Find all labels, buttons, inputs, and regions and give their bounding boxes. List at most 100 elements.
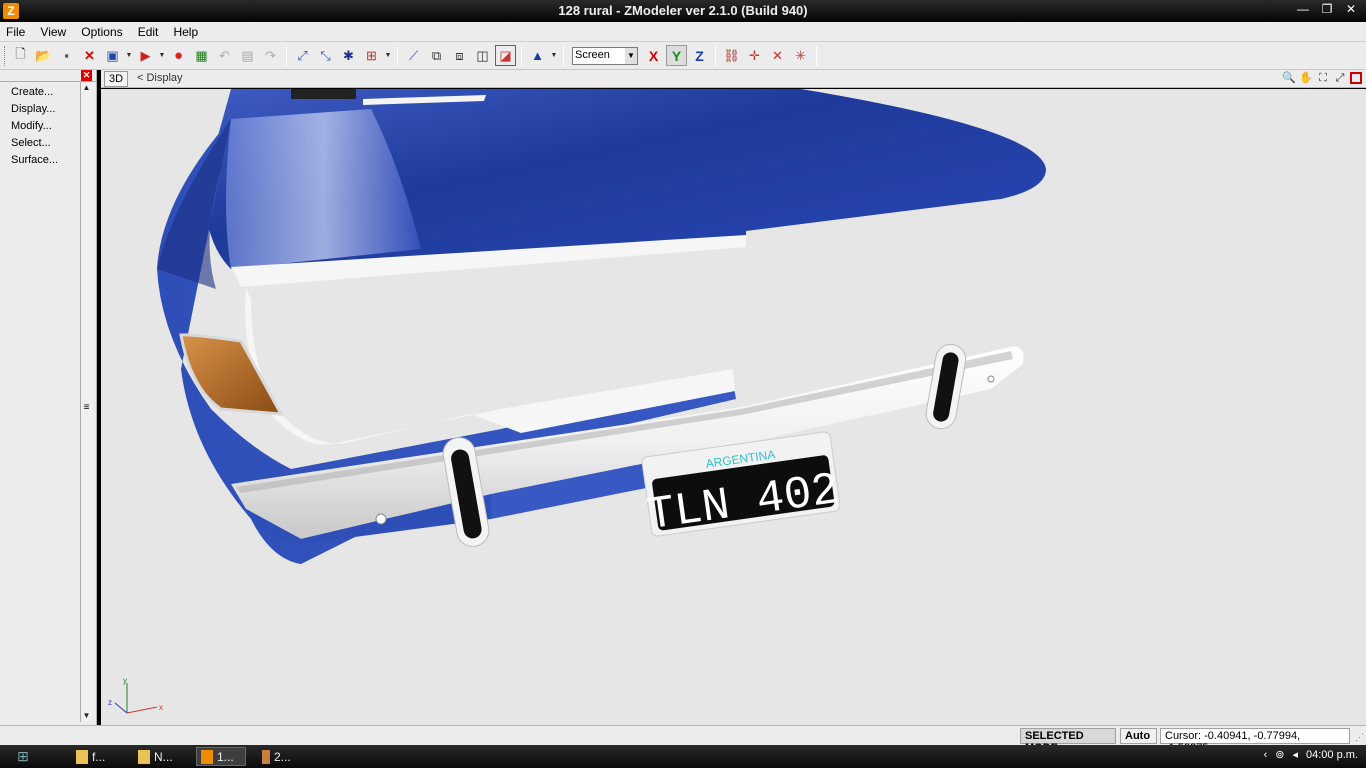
select-group-icon[interactable]: ⊞ bbox=[361, 45, 382, 66]
record-icon[interactable]: ● bbox=[168, 45, 189, 66]
scroll-down-icon[interactable]: ▼ bbox=[81, 710, 92, 722]
menu-view[interactable]: View bbox=[34, 22, 72, 42]
axis-x-label: x bbox=[159, 703, 163, 712]
task-label: f... bbox=[92, 749, 106, 764]
clock[interactable]: 04:00 p.m. bbox=[1306, 749, 1358, 761]
import-icon[interactable]: ▣ bbox=[102, 45, 123, 66]
status-mode: SELECTED MODE bbox=[1020, 728, 1116, 754]
maximize-view-icon[interactable]: ⤢ bbox=[1333, 71, 1347, 86]
title-bar: Z 128 rural - ZModeler ver 2.1.0 (Build … bbox=[0, 0, 1366, 22]
folder-icon bbox=[76, 749, 88, 764]
chevron-down-icon: ▼ bbox=[625, 47, 637, 64]
zoom-extents-icon[interactable]: ⛶ bbox=[1316, 71, 1330, 86]
task-label: N... bbox=[154, 749, 173, 764]
command-modify[interactable]: Modify... bbox=[11, 120, 58, 137]
viewport-header: 3D < Display 🔍 ✋ ⛶ ⤢ bbox=[101, 70, 1366, 88]
menu-help[interactable]: Help bbox=[167, 22, 204, 42]
scroll-up-icon[interactable]: ▲ bbox=[81, 82, 92, 94]
menu-edit[interactable]: Edit bbox=[132, 22, 165, 42]
scale-axes-icon[interactable]: ✳ bbox=[790, 45, 811, 66]
toolbar-separator bbox=[563, 45, 564, 66]
command-panel: ✕ Create... Display... Modify... Select.… bbox=[0, 70, 97, 725]
task-folder-1[interactable]: f... bbox=[72, 747, 132, 766]
open-folder-icon[interactable]: 📂 bbox=[33, 45, 54, 66]
task-label: 2... bbox=[274, 749, 291, 764]
main-toolbar: 🗋 📂 ▪ ✕ ▣ ▼ ▶ ▼ ● ▦ ↶ ▤ ↷ ⤢ ⤡ ✱ ⊞ ▼ ⟋ ⧉ … bbox=[0, 42, 1366, 70]
select-vertex-icon[interactable]: ⤢ bbox=[292, 45, 313, 66]
clipboard-icon[interactable]: ▤ bbox=[237, 45, 258, 66]
pan-hand-icon[interactable]: ✋ bbox=[1299, 71, 1313, 86]
select-lasso-icon[interactable]: ⟋ bbox=[403, 45, 424, 66]
cube-icon[interactable]: ◫ bbox=[472, 45, 493, 66]
tray-chevron-icon[interactable]: ‹ bbox=[1264, 749, 1268, 761]
minimize-button[interactable]: — bbox=[1292, 1, 1314, 17]
link-icon[interactable]: ⛓ bbox=[721, 45, 742, 66]
axis-y-label: y bbox=[123, 676, 127, 685]
command-surface[interactable]: Surface... bbox=[11, 154, 58, 171]
command-display[interactable]: Display... bbox=[11, 103, 58, 120]
dropdown-arrow-icon[interactable]: ▼ bbox=[125, 45, 133, 66]
task-folder-2[interactable]: N... bbox=[134, 747, 194, 766]
resize-grip-icon[interactable]: ⋰ bbox=[1355, 732, 1364, 743]
new-file-icon[interactable]: 🗋 bbox=[10, 45, 31, 66]
dropdown-arrow-icon[interactable]: ▼ bbox=[550, 45, 558, 66]
volume-icon[interactable]: ◂ bbox=[1292, 748, 1298, 761]
axis-z-button[interactable]: Z bbox=[689, 45, 710, 66]
panel-close-button[interactable]: ✕ bbox=[81, 70, 92, 81]
scroll-thumb[interactable]: ≡ bbox=[81, 402, 92, 413]
axis-z-label: z bbox=[108, 698, 112, 707]
taskbar: ⊞ f... N... 1... 2... ‹ ⊚ ◂ 04:00 p.m. bbox=[0, 745, 1366, 768]
start-button[interactable]: ⊞ bbox=[8, 748, 38, 765]
axis-y-button[interactable]: Y bbox=[666, 45, 687, 66]
status-cursor: Cursor: -0.40941, -0.77994, -1.59375 bbox=[1160, 728, 1350, 754]
menu-bar: File View Options Edit Help bbox=[0, 22, 1366, 42]
command-select[interactable]: Select... bbox=[11, 137, 58, 154]
box-icon[interactable]: ⧉ bbox=[426, 45, 447, 66]
axis-x-button[interactable]: X bbox=[643, 45, 664, 66]
task-zmodeler[interactable]: 1... bbox=[196, 747, 246, 766]
task-app[interactable]: 2... bbox=[258, 747, 308, 766]
undo-icon[interactable]: ↶ bbox=[214, 45, 235, 66]
maximize-button[interactable]: ❐ bbox=[1316, 1, 1338, 17]
toolbar-grip[interactable] bbox=[4, 45, 7, 66]
toolbar-separator bbox=[816, 45, 817, 66]
cube-selected-icon[interactable]: ◪ bbox=[495, 45, 516, 66]
toolbar-separator bbox=[715, 45, 716, 66]
select-object-icon[interactable]: ✱ bbox=[338, 45, 359, 66]
redo-icon[interactable]: ↷ bbox=[260, 45, 281, 66]
viewport-close-icon[interactable] bbox=[1350, 72, 1362, 84]
box-outline-icon[interactable]: ⧈ bbox=[449, 45, 470, 66]
panel-header: ✕ bbox=[0, 70, 96, 82]
menu-file[interactable]: File bbox=[0, 22, 31, 42]
menu-options[interactable]: Options bbox=[75, 22, 128, 42]
network-icon[interactable]: ⊚ bbox=[1275, 748, 1284, 761]
status-bar: SELECTED MODE Auto Cursor: -0.40941, -0.… bbox=[0, 725, 1366, 754]
select-face-icon[interactable]: ⤡ bbox=[315, 45, 336, 66]
delete-icon[interactable]: ✕ bbox=[79, 45, 100, 66]
triangle-tool-icon[interactable]: ▲ bbox=[527, 45, 548, 66]
toolbar-separator bbox=[286, 45, 287, 66]
coordinate-mode-select[interactable]: Screen ▼ bbox=[572, 46, 638, 65]
dropdown-arrow-icon[interactable]: ▼ bbox=[158, 45, 166, 66]
app-icon bbox=[262, 749, 270, 764]
save-icon[interactable]: ▪ bbox=[56, 45, 77, 66]
toolbar-separator bbox=[397, 45, 398, 66]
render-icon[interactable]: ▦ bbox=[191, 45, 212, 66]
rotate-axes-icon[interactable]: ✕ bbox=[767, 45, 788, 66]
view-mode-button[interactable]: 3D bbox=[104, 71, 128, 87]
zmodeler-icon bbox=[201, 749, 213, 764]
zoom-icon[interactable]: 🔍 bbox=[1282, 71, 1296, 86]
panel-scrollbar[interactable]: ▲ ≡ ▼ bbox=[80, 82, 92, 722]
dropdown-arrow-icon[interactable]: ▼ bbox=[384, 45, 392, 66]
status-auto[interactable]: Auto bbox=[1120, 728, 1157, 744]
axis-gizmo: y x z bbox=[108, 676, 163, 714]
close-button[interactable]: ✕ bbox=[1340, 1, 1362, 17]
command-create[interactable]: Create... bbox=[11, 86, 58, 103]
export-icon[interactable]: ▶ bbox=[135, 45, 156, 66]
3d-viewport[interactable]: ARGENTINA TLN 402 y x z bbox=[101, 89, 1366, 725]
task-label: 1... bbox=[217, 749, 234, 764]
folder-icon bbox=[138, 749, 150, 764]
move-axes-icon[interactable]: ✛ bbox=[744, 45, 765, 66]
view-breadcrumb[interactable]: < Display bbox=[137, 72, 183, 84]
system-tray: ‹ ⊚ ◂ 04:00 p.m. bbox=[1264, 748, 1358, 762]
